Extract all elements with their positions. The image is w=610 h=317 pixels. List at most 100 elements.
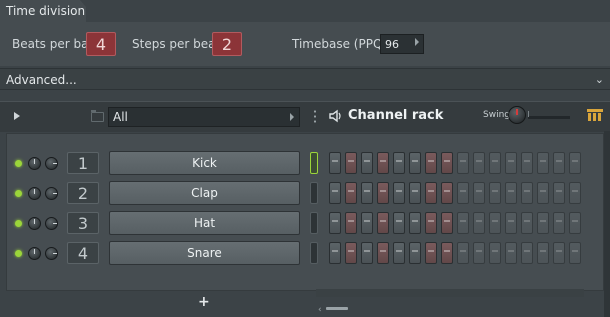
step-button[interactable] bbox=[489, 152, 501, 174]
step-button[interactable] bbox=[569, 242, 581, 264]
step-button[interactable] bbox=[441, 212, 453, 234]
step-button[interactable] bbox=[393, 212, 405, 234]
step-button[interactable] bbox=[377, 152, 389, 174]
menu-dots-icon[interactable] bbox=[314, 109, 316, 123]
channel-led[interactable] bbox=[15, 160, 22, 167]
step-button[interactable] bbox=[377, 242, 389, 264]
channel-volume-knob[interactable] bbox=[28, 187, 41, 200]
step-button[interactable] bbox=[441, 152, 453, 174]
step-button[interactable] bbox=[569, 152, 581, 174]
channel-number[interactable]: 3 bbox=[67, 212, 99, 234]
step-button[interactable] bbox=[569, 212, 581, 234]
channel-led[interactable] bbox=[15, 250, 22, 257]
step-button[interactable] bbox=[361, 242, 373, 264]
step-button[interactable] bbox=[345, 242, 357, 264]
step-button[interactable] bbox=[393, 242, 405, 264]
step-button[interactable] bbox=[361, 212, 373, 234]
step-button[interactable] bbox=[425, 212, 437, 234]
channel-name-button[interactable]: Hat bbox=[109, 211, 300, 235]
step-button[interactable] bbox=[425, 242, 437, 264]
channel-number[interactable]: 1 bbox=[67, 152, 99, 174]
step-button[interactable] bbox=[409, 212, 421, 234]
step-button[interactable] bbox=[473, 182, 485, 204]
scroll-thumb[interactable] bbox=[326, 307, 348, 310]
step-button[interactable] bbox=[345, 182, 357, 204]
step-button[interactable] bbox=[329, 152, 341, 174]
step-button[interactable] bbox=[377, 212, 389, 234]
step-button[interactable] bbox=[521, 242, 533, 264]
add-channel-button[interactable]: + bbox=[198, 294, 210, 310]
step-button[interactable] bbox=[329, 182, 341, 204]
channel-name-button[interactable]: Snare bbox=[109, 241, 300, 265]
step-button[interactable] bbox=[505, 242, 517, 264]
step-button[interactable] bbox=[473, 212, 485, 234]
step-button[interactable] bbox=[425, 182, 437, 204]
channel-filter-select[interactable]: All bbox=[108, 107, 300, 127]
scroll-left-icon[interactable]: ‹ bbox=[318, 305, 322, 315]
channel-pan-knob[interactable] bbox=[45, 247, 58, 260]
step-button[interactable] bbox=[425, 152, 437, 174]
horizontal-scrollbar[interactable] bbox=[316, 289, 584, 297]
step-button[interactable] bbox=[537, 212, 549, 234]
step-button[interactable] bbox=[537, 182, 549, 204]
channel-volume-knob[interactable] bbox=[28, 217, 41, 230]
step-button[interactable] bbox=[521, 212, 533, 234]
step-button[interactable] bbox=[329, 212, 341, 234]
beats-per-bar-value[interactable]: 4 bbox=[86, 32, 116, 56]
step-button[interactable] bbox=[393, 182, 405, 204]
chevron-down-icon[interactable]: ⌄ bbox=[595, 73, 604, 86]
channel-pan-knob[interactable] bbox=[45, 157, 58, 170]
step-button[interactable] bbox=[393, 152, 405, 174]
step-button[interactable] bbox=[473, 152, 485, 174]
step-button[interactable] bbox=[377, 182, 389, 204]
channel-volume-knob[interactable] bbox=[28, 157, 41, 170]
channel-number[interactable]: 4 bbox=[67, 242, 99, 264]
step-button[interactable] bbox=[553, 242, 565, 264]
step-button[interactable] bbox=[457, 152, 469, 174]
step-button[interactable] bbox=[537, 242, 549, 264]
step-button[interactable] bbox=[489, 242, 501, 264]
step-button[interactable] bbox=[521, 152, 533, 174]
step-button[interactable] bbox=[409, 182, 421, 204]
channel-name-button[interactable]: Kick bbox=[109, 151, 300, 175]
graph-icon[interactable] bbox=[587, 109, 603, 121]
steps-per-beat-value[interactable]: 2 bbox=[212, 32, 242, 56]
channel-led[interactable] bbox=[15, 190, 22, 197]
advanced-expander[interactable]: Advanced... bbox=[0, 68, 610, 90]
step-button[interactable] bbox=[553, 212, 565, 234]
channel-select-indicator[interactable] bbox=[310, 152, 318, 174]
step-button[interactable] bbox=[489, 212, 501, 234]
channel-number[interactable]: 2 bbox=[67, 182, 99, 204]
channel-led[interactable] bbox=[15, 220, 22, 227]
play-icon[interactable] bbox=[14, 112, 20, 120]
step-button[interactable] bbox=[345, 212, 357, 234]
channel-name-button[interactable]: Clap bbox=[109, 181, 300, 205]
step-button[interactable] bbox=[361, 152, 373, 174]
step-button[interactable] bbox=[457, 212, 469, 234]
step-button[interactable] bbox=[489, 182, 501, 204]
channel-select-indicator[interactable] bbox=[310, 242, 318, 264]
step-button[interactable] bbox=[457, 182, 469, 204]
channel-volume-knob[interactable] bbox=[28, 247, 41, 260]
step-button[interactable] bbox=[521, 182, 533, 204]
swing-slider[interactable] bbox=[528, 116, 570, 119]
step-button[interactable] bbox=[457, 242, 469, 264]
step-button[interactable] bbox=[409, 242, 421, 264]
step-button[interactable] bbox=[505, 182, 517, 204]
channel-select-indicator[interactable] bbox=[310, 182, 318, 204]
step-button[interactable] bbox=[473, 242, 485, 264]
step-button[interactable] bbox=[553, 182, 565, 204]
step-button[interactable] bbox=[553, 152, 565, 174]
channel-select-indicator[interactable] bbox=[310, 212, 318, 234]
step-button[interactable] bbox=[441, 242, 453, 264]
step-button[interactable] bbox=[537, 152, 549, 174]
step-button[interactable] bbox=[361, 182, 373, 204]
step-button[interactable] bbox=[441, 182, 453, 204]
swing-knob[interactable] bbox=[508, 106, 526, 124]
step-button[interactable] bbox=[409, 152, 421, 174]
step-button[interactable] bbox=[569, 182, 581, 204]
channel-pan-knob[interactable] bbox=[45, 187, 58, 200]
channel-pan-knob[interactable] bbox=[45, 217, 58, 230]
step-button[interactable] bbox=[345, 152, 357, 174]
step-button[interactable] bbox=[505, 212, 517, 234]
